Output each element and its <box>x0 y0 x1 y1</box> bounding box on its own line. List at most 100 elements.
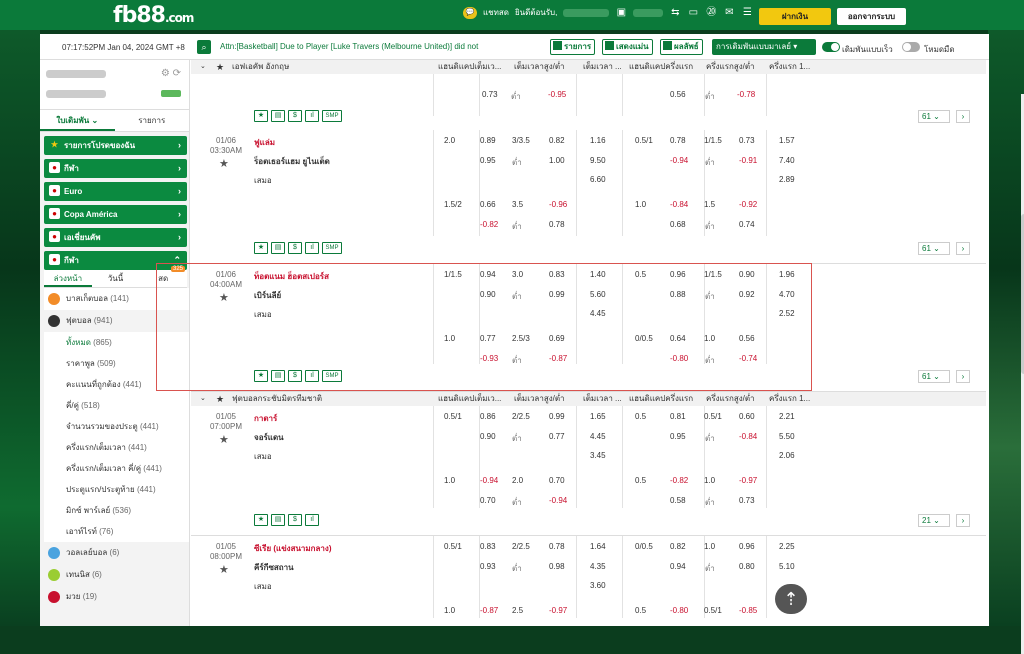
odds-cell[interactable]: 0.5/1 <box>704 412 722 421</box>
star-icon[interactable]: ★ <box>216 60 224 74</box>
odds-cell[interactable]: 0.92 <box>739 290 755 299</box>
odds-cell[interactable]: 4.70 <box>779 290 795 299</box>
market-item[interactable]: ประตูแรก/ประตูท้าย (441) <box>44 479 189 500</box>
odds-cell[interactable]: -0.97 <box>739 476 757 485</box>
odds-cell[interactable]: -0.80 <box>670 606 688 615</box>
odds-cell[interactable]: 0.5/1 <box>444 542 462 551</box>
odds-cell[interactable]: 1/1.5 <box>704 136 722 145</box>
market-item[interactable]: คี่/คู่ (518) <box>44 395 189 416</box>
star-icon[interactable]: ★ <box>254 370 268 382</box>
odds-cell[interactable]: -0.94 <box>549 496 567 505</box>
odds-cell[interactable]: 0.64 <box>670 334 686 343</box>
sidebar-group[interactable]: ● กีฬา › <box>44 159 187 178</box>
odds-cell[interactable]: ต่ำ <box>705 156 715 169</box>
odds-cell[interactable]: 1/1.5 <box>704 270 722 279</box>
odds-cell[interactable]: 0.5/1 <box>635 136 653 145</box>
odds-cell[interactable]: 3.0 <box>512 270 523 279</box>
odds-cell[interactable]: -0.85 <box>739 606 757 615</box>
home-team[interactable]: ท็อตแนม ฮ็อตสเปอร์ส <box>254 270 329 283</box>
odds-cell[interactable]: -0.78 <box>737 90 755 99</box>
odds-cell[interactable]: 0.78 <box>670 136 686 145</box>
chart-icon[interactable]: ıl <box>305 110 319 122</box>
odds-cell[interactable]: 0.66 <box>480 200 496 209</box>
market-item[interactable]: ครึ่งแรก/เต็มเวลา คี่/คู่ (441) <box>44 458 189 479</box>
more-markets-button[interactable]: 61 ⌄ <box>918 242 950 255</box>
odds-cell[interactable]: 4.45 <box>590 309 606 318</box>
odds-cell[interactable]: -0.94 <box>480 476 498 485</box>
odds-cell[interactable]: 1.00 <box>549 156 565 165</box>
odds-cell[interactable]: 0.96 <box>670 270 686 279</box>
odds-cell[interactable]: 1.57 <box>779 136 795 145</box>
chart-icon[interactable]: ıl <box>305 370 319 382</box>
subtab-live[interactable]: สด <box>139 270 187 287</box>
odds-cell[interactable]: 0.88 <box>670 290 686 299</box>
odds-cell[interactable]: 0.99 <box>549 290 565 299</box>
odds-cell[interactable]: -0.87 <box>549 354 567 363</box>
odds-cell[interactable]: 0.86 <box>480 412 496 421</box>
odds-cell[interactable]: 0.81 <box>670 412 686 421</box>
odds-cell[interactable]: 0.90 <box>480 432 496 441</box>
odds-cell[interactable]: 0.82 <box>670 542 686 551</box>
odds-cell[interactable]: 5.60 <box>590 290 606 299</box>
news-ticker[interactable]: Attn:[Basketball] Due to Player [Luke Tr… <box>220 42 540 51</box>
home-team[interactable]: ซีเรีย (แข่งสนามกลาง) <box>254 542 332 555</box>
wallet-icon[interactable]: ▣ <box>615 7 627 19</box>
star-icon[interactable]: ★ <box>254 514 268 526</box>
odds-cell[interactable]: -0.74 <box>739 354 757 363</box>
odds-cell[interactable]: 0.73 <box>739 136 755 145</box>
market-item[interactable]: ราคาพูล (509) <box>44 353 189 374</box>
home-team[interactable]: ฟูแล่ม <box>254 136 275 149</box>
odds-cell[interactable]: -0.82 <box>670 476 688 485</box>
star-icon[interactable]: ★ <box>216 392 224 406</box>
odds-cell[interactable]: 0.56 <box>670 90 686 99</box>
odds-cell[interactable]: -0.87 <box>480 606 498 615</box>
sport-item[interactable]: มวย (19) <box>44 586 189 608</box>
odds-cell[interactable]: ต่ำ <box>512 354 522 367</box>
market-item[interactable]: ครึ่งแรก/เต็มเวลา (441) <box>44 437 189 458</box>
odds-cell[interactable]: 2.21 <box>779 412 795 421</box>
odds-cell[interactable]: 0.5 <box>635 606 646 615</box>
next-icon[interactable]: › <box>956 242 970 255</box>
search-icon[interactable]: ⌕ <box>197 40 211 54</box>
odds-cell[interactable]: 1.64 <box>590 542 606 551</box>
odds-cell[interactable]: 2.0 <box>444 136 455 145</box>
odds-cell[interactable]: 0.56 <box>739 334 755 343</box>
smp-button[interactable]: SMP <box>322 370 342 382</box>
odds-cell[interactable]: 3.45 <box>590 451 606 460</box>
chat-icon[interactable]: 💬 <box>463 6 477 19</box>
more-markets-button[interactable]: 21 ⌄ <box>918 514 950 527</box>
odds-cell[interactable]: 2/2.5 <box>512 542 530 551</box>
odds-cell[interactable]: 0.99 <box>549 412 565 421</box>
odds-cell[interactable]: 0.94 <box>670 562 686 571</box>
odds-cell[interactable]: 2/2.5 <box>512 412 530 421</box>
chat-label[interactable]: แชทสด <box>483 6 509 19</box>
odds-cell[interactable]: 1.5 <box>704 200 715 209</box>
odds-cell[interactable]: 1.0 <box>704 542 715 551</box>
odds-cell[interactable]: -0.93 <box>480 354 498 363</box>
odds-cell[interactable]: 4.35 <box>590 562 606 571</box>
odds-cell[interactable]: 6.60 <box>590 175 606 184</box>
odds-cell[interactable]: 0/0.5 <box>635 542 653 551</box>
odds-cell[interactable]: 0.77 <box>549 432 565 441</box>
odds-cell[interactable]: 1.0 <box>444 476 455 485</box>
odds-cell[interactable]: 0.95 <box>480 156 496 165</box>
odds-cell[interactable]: 0.70 <box>480 496 496 505</box>
live-show-button[interactable]: เสดงแม่น <box>602 39 653 55</box>
settings-icon[interactable]: ⚙ ⟳ <box>161 68 181 79</box>
dark-mode-toggle[interactable] <box>902 42 920 52</box>
next-icon[interactable]: › <box>956 514 970 527</box>
odds-cell[interactable]: 0.98 <box>549 562 565 571</box>
odds-cell[interactable]: -0.91 <box>739 156 757 165</box>
more-markets-button[interactable]: 61 ⌄ <box>918 110 950 123</box>
quick-bet-toggle[interactable] <box>822 42 840 52</box>
odds-cell[interactable]: ต่ำ <box>705 354 715 367</box>
odds-cell[interactable]: ต่ำ <box>705 432 715 445</box>
sidebar-group[interactable]: ● Copa América › <box>44 205 187 224</box>
odds-cell[interactable]: 1.0 <box>704 476 715 485</box>
odds-cell[interactable]: 0.82 <box>549 136 565 145</box>
league-header[interactable]: ⌄ ★ ฟุตบอลกระชับมิตรทีมชาติ แฮนดิแคปเต็มเว.… <box>191 392 986 406</box>
market-item[interactable]: คะแนนที่ถูกต้อง (441) <box>44 374 189 395</box>
league-header[interactable]: ⌄ ★ เอฟเอคัพ อังกฤษ แฮนดิแคปเต็มเว... เต็มเว… <box>191 60 986 74</box>
away-team[interactable]: เบิร์นลีย์ <box>254 289 281 302</box>
subtab-today[interactable]: วันนี้ <box>92 270 140 287</box>
